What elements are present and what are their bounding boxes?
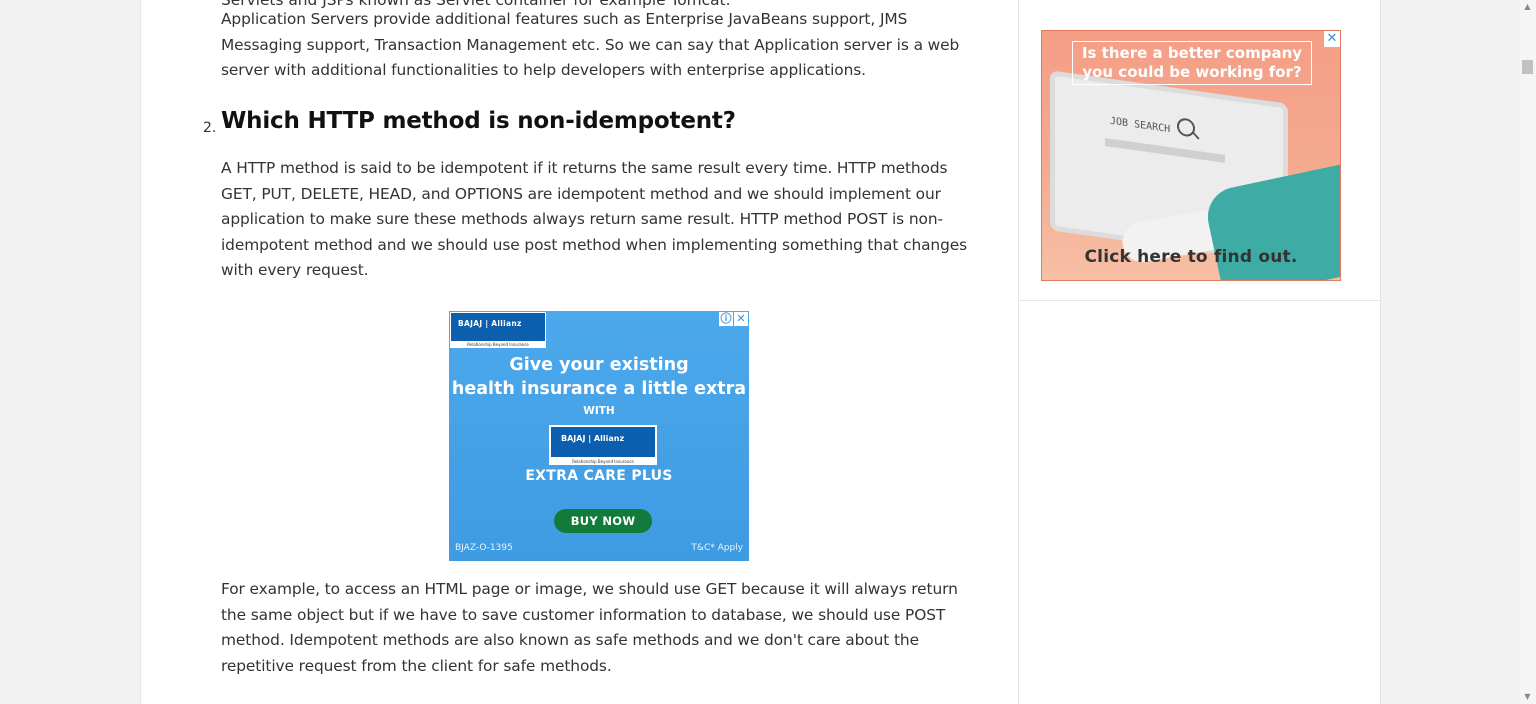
ad-headline-line1: Give your existing bbox=[509, 355, 689, 375]
ad-product-name: EXTRA CARE PLUS bbox=[525, 468, 673, 484]
article-paragraph: For example, to access an HTML page or i… bbox=[221, 580, 958, 675]
question-title: Which HTTP method is non-idempotent? bbox=[221, 108, 736, 134]
ad-cta: Click here to find out. bbox=[1084, 247, 1298, 267]
scrollbar[interactable]: ▲ ▼ bbox=[1519, 0, 1536, 704]
sidebar-divider bbox=[1019, 300, 1380, 301]
ad-headline: Give your existing health insurance a li… bbox=[449, 353, 749, 401]
article-paragraph: Application Servers provide additional f… bbox=[221, 10, 960, 80]
close-icon[interactable]: ✕ bbox=[734, 312, 748, 326]
ad-choices: ⓘ ✕ bbox=[719, 312, 748, 326]
ad-title-line1: Is there a better company bbox=[1081, 44, 1303, 62]
scroll-up-icon[interactable]: ▲ bbox=[1519, 0, 1536, 14]
ad-title: Is there a better company you could be w… bbox=[1072, 41, 1312, 85]
ad-title-line2: you could be working for? bbox=[1082, 63, 1302, 81]
page-container: Servlets and JSPs known as Servlet conta… bbox=[140, 0, 1381, 704]
ad-with-label: WITH bbox=[583, 405, 615, 417]
bajaj-insurance-ad[interactable]: BAJAJ | Allianz Relationship Beyond Insu… bbox=[449, 311, 749, 561]
sidebar: JOB SEARCH Is there a better company you… bbox=[1018, 0, 1380, 704]
info-icon[interactable]: ⓘ bbox=[719, 312, 733, 326]
search-icon bbox=[1177, 117, 1195, 138]
logo-text: BAJAJ | Allianz bbox=[458, 319, 522, 328]
question-number: 2. bbox=[203, 120, 217, 136]
bajaj-allianz-logo: BAJAJ | Allianz bbox=[450, 312, 546, 342]
logo-text: BAJAJ | Allianz bbox=[561, 434, 625, 443]
article-main: Servlets and JSPs known as Servlet conta… bbox=[141, 0, 1018, 704]
logo-tagline: Relationship Beyond Insurance bbox=[450, 342, 546, 348]
job-search-ad[interactable]: JOB SEARCH Is there a better company you… bbox=[1041, 30, 1341, 281]
screen-text: JOB SEARCH bbox=[1110, 115, 1171, 136]
scroll-thumb[interactable] bbox=[1522, 60, 1533, 74]
search-bar-illustration bbox=[1105, 138, 1225, 163]
article-paragraph: A HTTP method is said to be idempotent i… bbox=[221, 159, 968, 280]
close-icon[interactable]: ✕ bbox=[1324, 31, 1340, 47]
ad-terms: T&C* Apply bbox=[691, 543, 743, 553]
ad-code: BJAZ-O-1395 bbox=[455, 543, 513, 553]
scroll-down-icon[interactable]: ▼ bbox=[1519, 690, 1536, 704]
bajaj-allianz-logo: BAJAJ | Allianz bbox=[549, 425, 657, 459]
buy-now-button[interactable]: BUY NOW bbox=[554, 509, 652, 533]
logo-tagline: Relationship Beyond Insurance bbox=[549, 459, 657, 465]
ad-headline-line2: health insurance a little extra bbox=[451, 379, 747, 399]
